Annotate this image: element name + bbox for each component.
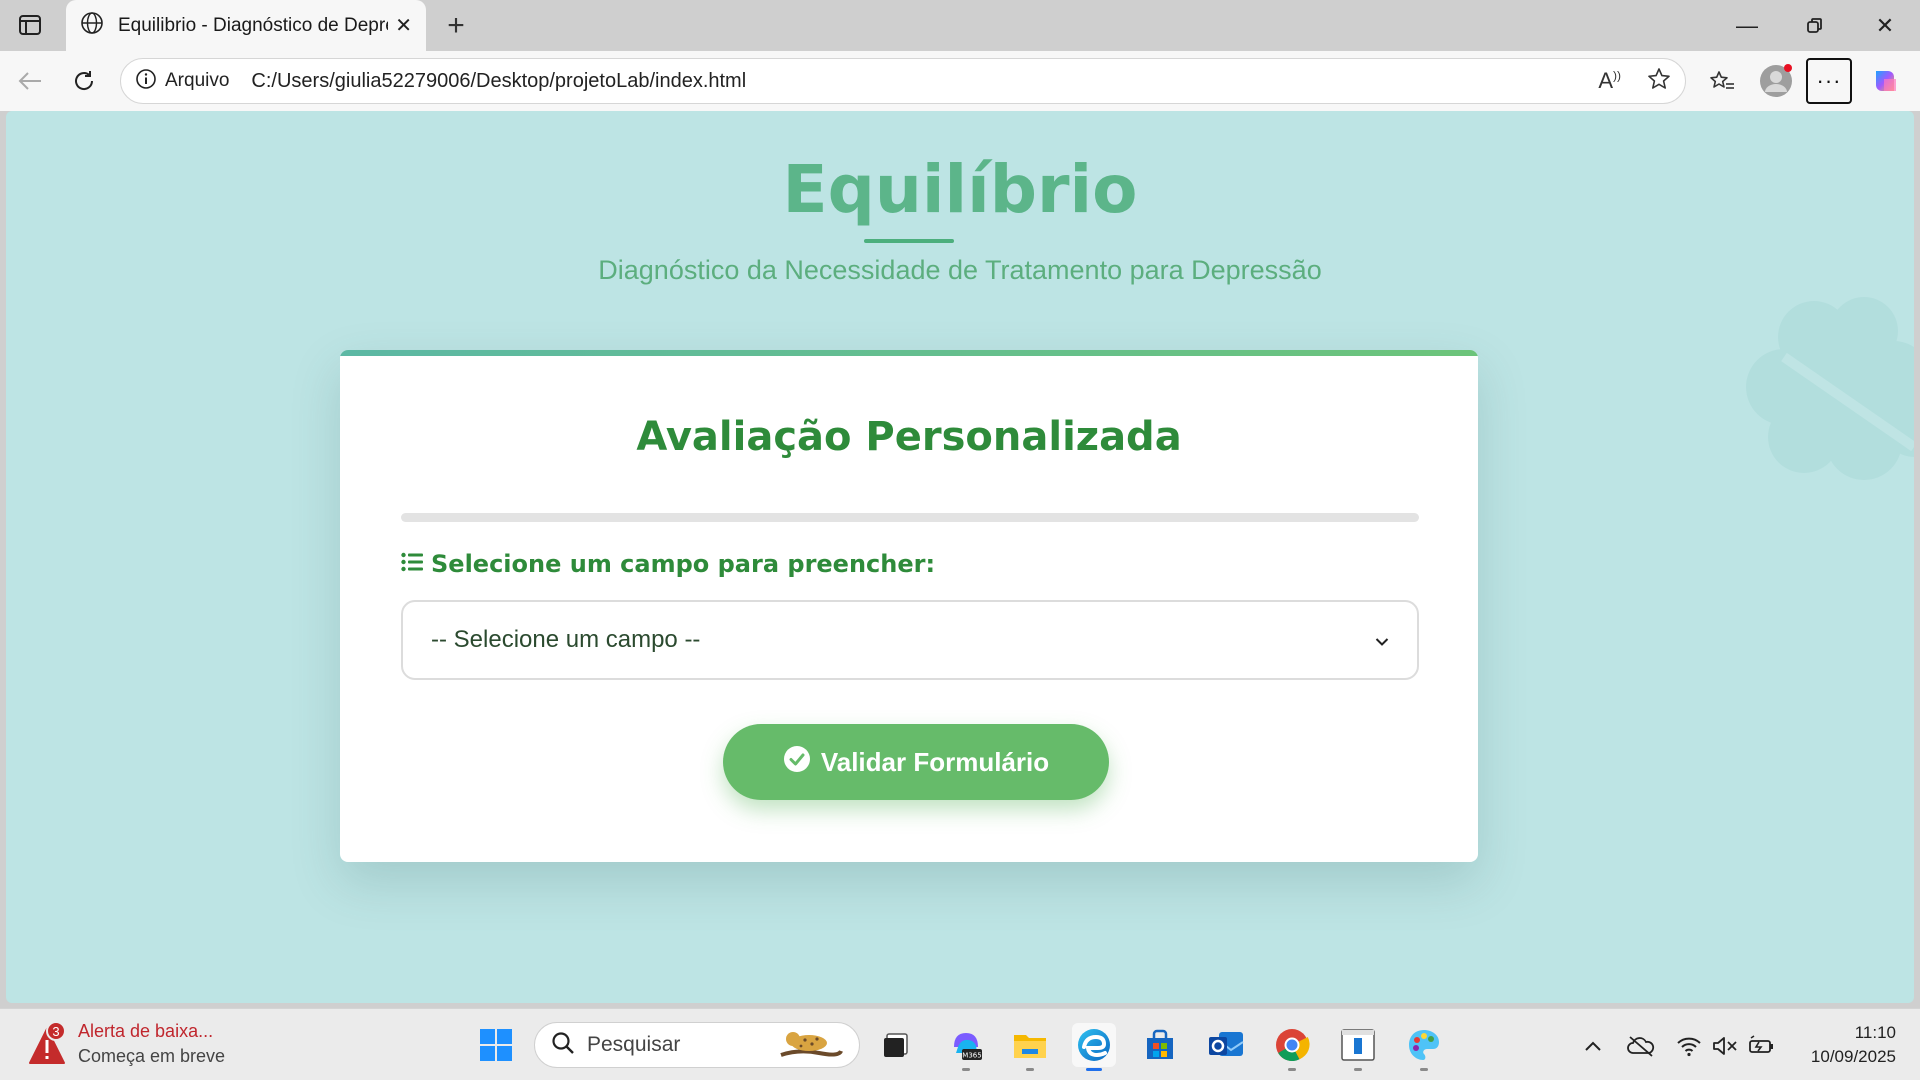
running-indicator	[1420, 1068, 1428, 1071]
close-tab-icon[interactable]: ✕	[395, 13, 412, 38]
chrome-icon[interactable]	[1270, 1023, 1314, 1071]
back-button[interactable]	[12, 63, 48, 99]
validate-form-button[interactable]: Validar Formulário	[723, 724, 1109, 800]
alert-title: Alerta de baixa...	[78, 1021, 214, 1041]
show-hidden-icons-chevron-icon[interactable]	[1580, 1031, 1606, 1061]
card-accent-bar	[340, 350, 1478, 356]
browser-tab-strip: Equilibrio - Diagnóstico de Depressão ✕ …	[0, 0, 1920, 51]
system-clock[interactable]: 11:10 10/09/2025	[1811, 1021, 1896, 1069]
alert-subtitle: Começa em breve	[78, 1046, 226, 1066]
microsoft-store-icon[interactable]	[1138, 1023, 1182, 1067]
task-view-icon[interactable]	[874, 1023, 918, 1067]
card-title: Avaliação Personalizada	[636, 414, 1182, 460]
outlook-icon[interactable]	[1204, 1023, 1248, 1067]
field-select-value: -- Selecione um campo --	[431, 626, 701, 653]
field-select-label: Selecione um campo para preencher:	[401, 550, 935, 578]
assessment-card: Avaliação Personalizada Selecione um cam…	[340, 350, 1478, 862]
tab-actions-icon[interactable]	[12, 10, 48, 40]
site-info-label[interactable]: Arquivo	[165, 70, 229, 92]
search-highlight-leopard-icon	[779, 1025, 843, 1066]
decorative-cloud-icon	[1746, 297, 1914, 480]
notepad-app-icon[interactable]	[1336, 1023, 1380, 1071]
file-explorer-icon[interactable]	[1008, 1023, 1052, 1071]
windows-start-icon[interactable]	[474, 1023, 518, 1067]
new-tab-button[interactable]: +	[438, 8, 474, 44]
read-aloud-icon[interactable]: A))	[1598, 68, 1621, 94]
m365-icon[interactable]: M365	[944, 1023, 988, 1071]
url-text[interactable]: C:/Users/giulia52279006/Desktop/projetoL…	[251, 70, 746, 93]
search-icon	[551, 1031, 575, 1060]
favorites-icon[interactable]	[1704, 63, 1740, 99]
globe-icon	[80, 11, 104, 40]
field-select-label-text: Selecione um campo para preencher:	[431, 550, 936, 578]
battery-charging-icon[interactable]	[1746, 1031, 1776, 1061]
list-icon	[401, 550, 423, 578]
more-options-button[interactable]: ···	[1806, 58, 1852, 104]
running-indicator	[1288, 1068, 1296, 1071]
browser-tab-active[interactable]: Equilibrio - Diagnóstico de Depressão ✕	[66, 0, 426, 51]
running-indicator	[1354, 1068, 1362, 1071]
favorite-star-icon[interactable]	[1647, 67, 1671, 96]
alert-count-badge: 3	[46, 1021, 66, 1041]
volume-muted-icon[interactable]	[1710, 1031, 1740, 1061]
browser-toolbar: Arquivo C:/Users/giulia52279006/Desktop/…	[0, 51, 1920, 111]
copilot-icon[interactable]	[1868, 63, 1904, 99]
windows-taskbar: 3 Alerta de baixa... Começa em breve Pes…	[0, 1008, 1920, 1080]
info-icon[interactable]	[135, 68, 157, 95]
address-bar[interactable]: Arquivo C:/Users/giulia52279006/Desktop/…	[120, 58, 1686, 104]
form-progress-bar	[401, 513, 1419, 522]
edge-browser-icon[interactable]	[1072, 1023, 1116, 1071]
brand-underline	[864, 239, 954, 243]
clock-date: 10/09/2025	[1810, 1047, 1896, 1066]
validate-form-label: Validar Formulário	[820, 746, 1050, 777]
svg-text:M365: M365	[962, 1052, 981, 1060]
running-indicator	[962, 1068, 970, 1071]
brand-logo-text: Equilíbrio	[782, 151, 1138, 228]
minimize-button[interactable]: —	[1724, 8, 1770, 44]
clock-time: 11:10	[1854, 1023, 1896, 1042]
restore-button[interactable]	[1792, 8, 1838, 44]
field-select-dropdown[interactable]: -- Selecione um campo --	[401, 600, 1419, 680]
weather-alert-widget[interactable]: 3 Alerta de baixa... Começa em breve	[28, 1021, 225, 1067]
refresh-button[interactable]	[66, 63, 102, 99]
check-circle-icon	[783, 745, 811, 780]
tab-title: Equilibrio - Diagnóstico de Depressão	[118, 14, 388, 36]
profile-avatar-icon[interactable]	[1758, 63, 1794, 99]
running-indicator	[1026, 1068, 1034, 1071]
onedrive-offline-icon[interactable]	[1624, 1031, 1658, 1061]
page-viewport: Equilíbrio Diagnóstico da Necessidade de…	[6, 111, 1914, 1003]
wifi-icon[interactable]	[1674, 1031, 1704, 1061]
chevron-down-icon	[1375, 626, 1389, 654]
search-placeholder: Pesquisar	[587, 1033, 681, 1056]
alert-warning-icon: 3	[28, 1021, 66, 1065]
active-indicator	[1086, 1068, 1102, 1071]
taskbar-search-box[interactable]: Pesquisar	[534, 1022, 860, 1068]
paint-icon[interactable]	[1402, 1023, 1446, 1071]
page-subtitle: Diagnóstico da Necessidade de Tratamento…	[598, 255, 1322, 285]
close-window-button[interactable]: ✕	[1862, 8, 1908, 44]
